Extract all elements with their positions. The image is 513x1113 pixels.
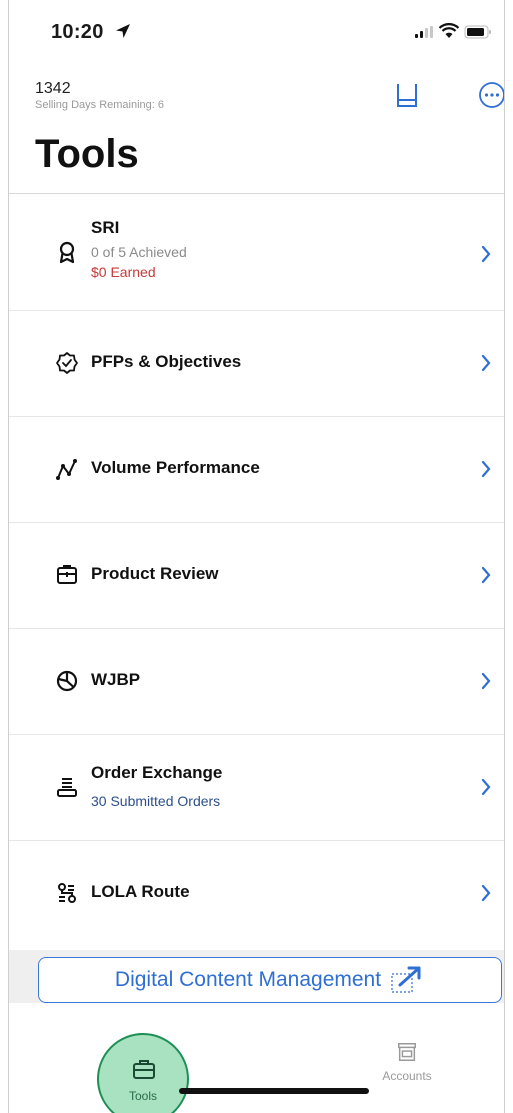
tool-row-sri[interactable]: SRI 0 of 5 Achieved $0 Earned (9, 194, 504, 311)
toolbox-icon (133, 1060, 155, 1079)
tab-accounts[interactable]: Accounts (367, 1041, 447, 1091)
tool-title-wjbp: WJBP (91, 670, 141, 689)
chevron-right-icon (481, 460, 491, 478)
chevron-right-icon (481, 778, 491, 796)
tool-row-order-exchange[interactable]: Order Exchange 30 Submitted Orders (9, 735, 504, 841)
tab-tools-label: Tools (128, 1089, 157, 1103)
stacked-list-icon (57, 778, 77, 797)
app-screen: 10:20 1342 Selling Days Remaining: 6 Too… (8, 0, 505, 1113)
tool-title-lola-route: LOLA Route (91, 882, 190, 901)
tool-title-volume-performance: Volume Performance (91, 458, 260, 477)
package-icon (57, 565, 77, 584)
tool-title-order-exchange: Order Exchange (91, 763, 223, 782)
chevron-right-icon (481, 566, 491, 584)
location-arrow-icon (116, 24, 130, 38)
battery-icon (464, 25, 491, 39)
home-indicator (179, 1088, 369, 1094)
digital-content-management-label: Digital Content Management (114, 968, 382, 991)
chevron-right-icon (481, 672, 491, 690)
tray-icon (397, 84, 417, 107)
more-options-button[interactable] (475, 78, 504, 112)
tool-title-sri: SRI (91, 218, 120, 237)
trend-line-icon (56, 459, 77, 480)
tool-title-product-review: Product Review (91, 564, 219, 583)
tool-title-pfps-objectives: PFPs & Objectives (91, 352, 242, 371)
route-icon (58, 883, 76, 903)
selling-days-remaining: Selling Days Remaining: 6 (35, 99, 165, 111)
sri-earned-amount: $0 Earned (91, 264, 156, 280)
account-id: 1342 (35, 80, 71, 97)
pie-chart-icon (56, 670, 78, 692)
tool-row-volume-performance[interactable]: Volume Performance (9, 417, 504, 523)
submitted-orders-count: 30 Submitted Orders (91, 793, 221, 809)
tool-row-lola-route[interactable]: LOLA Route (9, 841, 504, 946)
tool-row-pfps-objectives[interactable]: PFPs & Objectives (9, 311, 504, 417)
tool-row-product-review[interactable]: Product Review (9, 523, 504, 629)
digital-content-management-button[interactable]: Digital Content Management (38, 957, 502, 1003)
award-ribbon-icon (59, 241, 75, 264)
page-title: Tools (35, 132, 139, 176)
badge-check-icon (56, 352, 78, 374)
report-button[interactable] (389, 78, 423, 112)
tool-row-wjbp[interactable]: WJBP (9, 629, 504, 735)
chevron-right-icon (481, 884, 491, 902)
storefront-icon (398, 1043, 416, 1061)
status-bar: 10:20 (9, 0, 504, 60)
chevron-right-icon (481, 354, 491, 372)
tab-bar: Tools Accounts (9, 1003, 504, 1113)
chevron-right-icon (481, 245, 491, 263)
tab-tools[interactable]: Tools (97, 1033, 189, 1113)
wifi-icon (439, 23, 459, 38)
status-time: 10:20 (51, 21, 104, 43)
ellipsis-circle-icon (479, 82, 504, 108)
external-link-icon (391, 966, 421, 993)
tab-accounts-label: Accounts (382, 1069, 432, 1083)
cellular-signal-icon (415, 26, 433, 38)
tools-list: SRI 0 of 5 Achieved $0 Earned PFPs & Obj… (9, 193, 504, 946)
sri-achieved-count: 0 of 5 Achieved (91, 244, 187, 260)
